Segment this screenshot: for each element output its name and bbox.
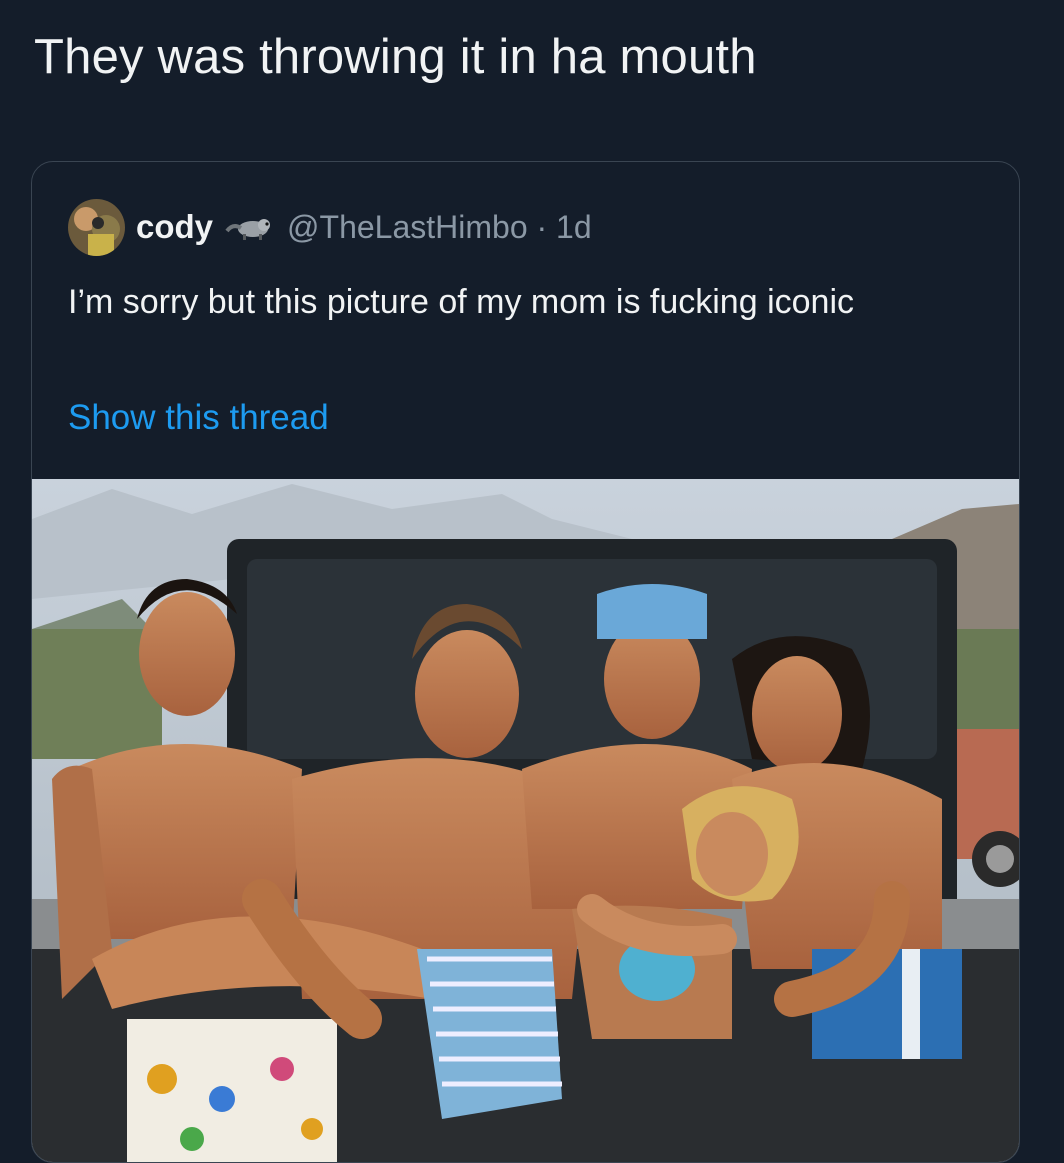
show-thread-link[interactable]: Show this thread	[68, 398, 329, 438]
handle-line: @TheLastHimbo · 1d	[287, 209, 592, 246]
group-photo-icon	[32, 479, 1019, 1162]
quoted-tweet-text: I’m sorry but this picture of my mom is …	[68, 283, 855, 321]
post-caption: They was throwing it in ha mouth	[34, 30, 757, 84]
separator-dot: ·	[536, 208, 548, 245]
display-name[interactable]: cody	[136, 208, 213, 246]
quoted-tweet-card[interactable]: cody @TheLastHimbo · 1d I’m sorry but th…	[31, 161, 1020, 1163]
user-handle[interactable]: @TheLastHimbo	[287, 209, 528, 245]
tweet-age[interactable]: 1d	[556, 209, 592, 245]
avatar-photo-icon	[68, 198, 125, 256]
quoted-tweet-header: cody @TheLastHimbo · 1d	[68, 198, 592, 256]
raccoon-icon	[225, 219, 271, 240]
tweet-photo[interactable]	[32, 479, 1019, 1162]
avatar[interactable]	[68, 198, 125, 256]
